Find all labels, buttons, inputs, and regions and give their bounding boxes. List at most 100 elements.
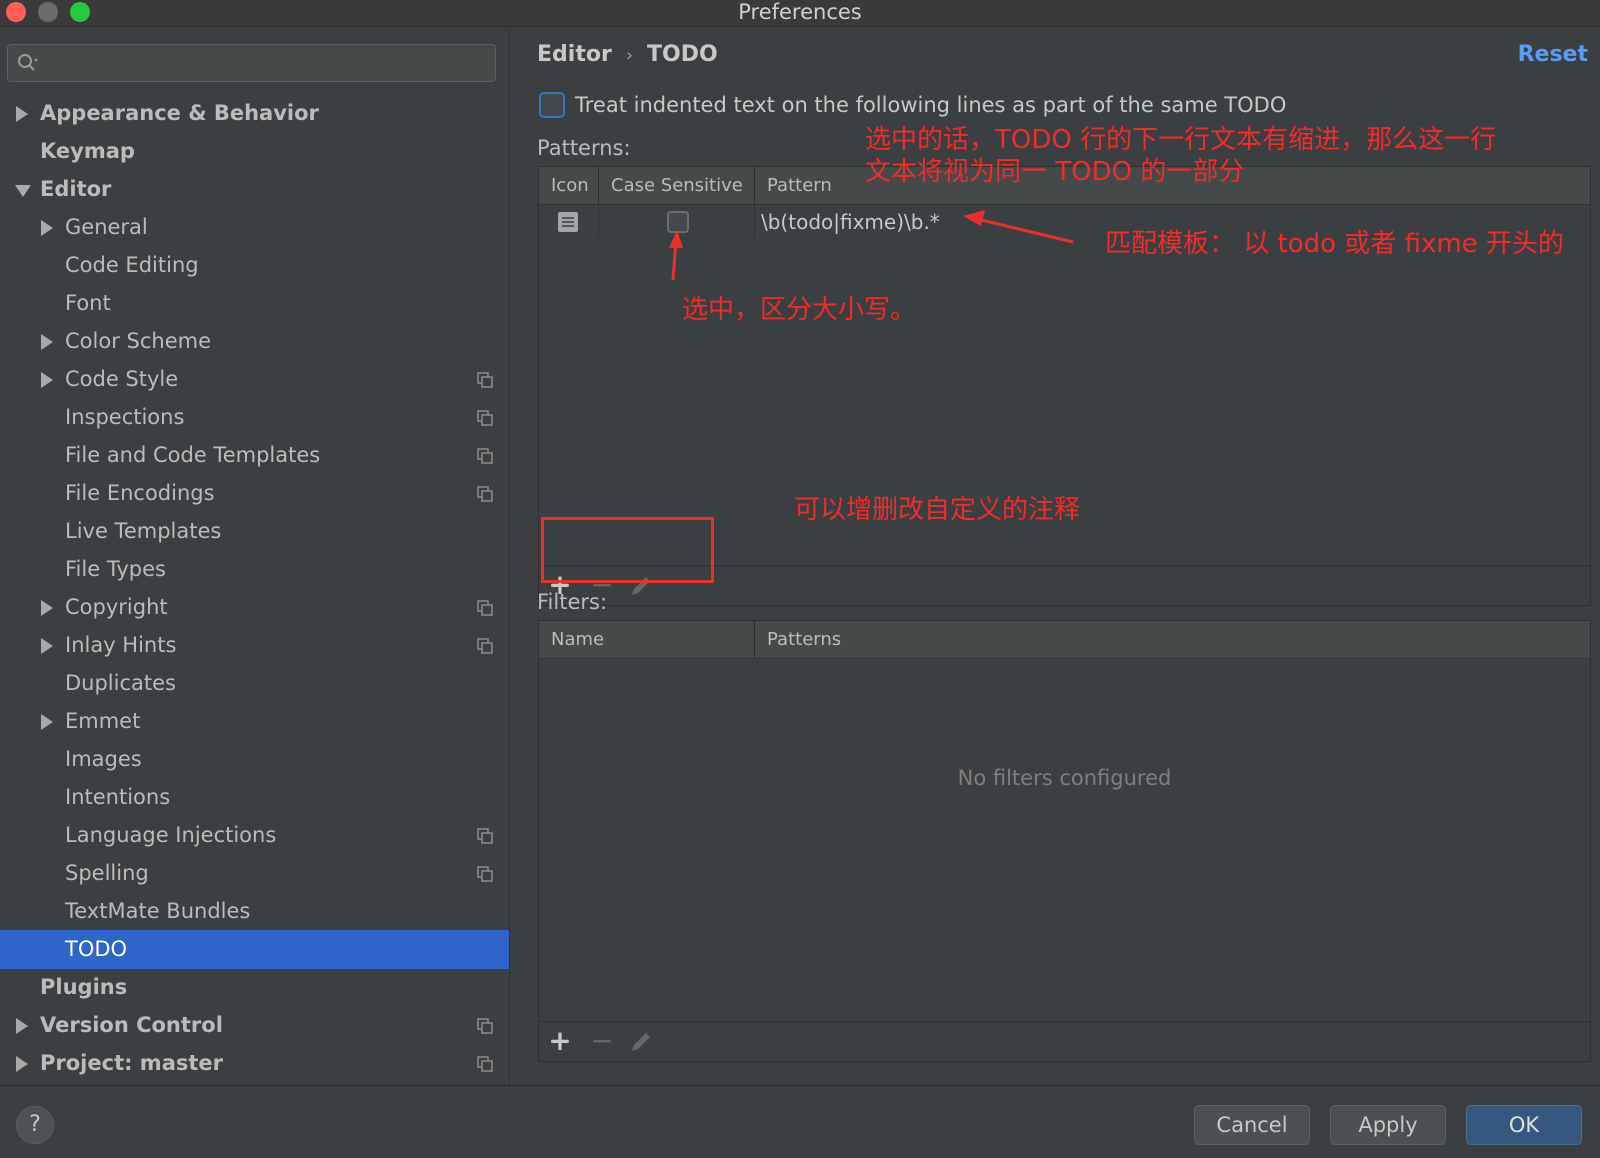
sidebar-item-label: Keymap [40,139,135,163]
sidebar-item-file-types[interactable]: File Types [0,550,509,589]
sidebar-item-code-style[interactable]: Code Style [0,360,509,399]
sidebar-item-live-templates[interactable]: Live Templates [0,512,509,551]
sidebar-item-label: Emmet [65,709,141,733]
title-bar: Preferences [0,0,1600,27]
remove-filter-button[interactable]: − [587,1026,617,1056]
settings-sidebar: Appearance & Behavior Keymap Editor Gene… [0,28,510,1085]
sidebar-item-code-editing[interactable]: Code Editing [0,246,509,285]
annotation-pattern: 匹配模板： 以 todo 或者 fixme 开头的 [1105,229,1564,259]
column-header-case-sensitive[interactable]: Case Sensitive [599,167,755,205]
sidebar-item-keymap[interactable]: Keymap [0,132,509,171]
filters-table: Name Patterns No filters configured + − [538,620,1591,1062]
project-settings-icon [477,638,493,654]
annotation-highlight-box [541,517,714,583]
chevron-right-icon[interactable] [41,714,53,730]
chevron-right-icon[interactable] [41,334,53,350]
sidebar-item-language-injections[interactable]: Language Injections [0,816,509,855]
sidebar-item-label: Plugins [40,975,128,999]
sidebar-item-images[interactable]: Images [0,740,509,779]
sidebar-item-label: Color Scheme [65,329,211,353]
filters-toolbar: + − [539,1021,1590,1061]
sidebar-item-emmet[interactable]: Emmet [0,702,509,741]
help-button[interactable]: ? [16,1106,54,1144]
sidebar-item-inspections[interactable]: Inspections [0,398,509,437]
sidebar-item-intentions[interactable]: Intentions [0,778,509,817]
annotation-indent-line2: 文本将视为同一 TODO 的一部分 [865,157,1245,187]
case-sensitive-checkbox[interactable] [667,211,689,233]
chevron-right-icon[interactable] [41,638,53,654]
sidebar-item-project-master[interactable]: Project: master [0,1044,509,1083]
chevron-right-icon[interactable] [41,600,53,616]
indent-checkbox[interactable] [539,92,565,118]
column-header-name[interactable]: Name [539,621,755,659]
row-icon-cell [539,206,599,238]
breadcrumb: Editor › TODO [537,40,718,70]
project-settings-icon [477,1056,493,1072]
sidebar-item-todo[interactable]: TODO [0,930,509,969]
patterns-label: Patterns: [537,136,631,160]
sidebar-item-label: Spelling [65,861,149,885]
indent-checkbox-label[interactable]: Treat indented text on the following lin… [575,90,1286,120]
column-header-icon[interactable]: Icon [539,167,599,205]
sidebar-item-plugins[interactable]: Plugins [0,968,509,1007]
sidebar-item-appearance-behavior[interactable]: Appearance & Behavior [0,94,509,133]
sidebar-item-color-scheme[interactable]: Color Scheme [0,322,509,361]
sidebar-item-textmate-bundles[interactable]: TextMate Bundles [0,892,509,931]
sidebar-item-copyright[interactable]: Copyright [0,588,509,627]
add-filter-button[interactable]: + [545,1026,575,1056]
filters-empty-text: No filters configured [957,766,1172,790]
sidebar-item-file-and-code-templates[interactable]: File and Code Templates [0,436,509,475]
reset-link[interactable]: Reset [1518,40,1588,70]
sidebar-item-label: Editor [40,177,112,201]
project-settings-icon [477,486,493,502]
sidebar-item-file-encodings[interactable]: File Encodings [0,474,509,513]
chevron-down-icon[interactable] [15,185,31,197]
chevron-right-icon[interactable] [16,1056,28,1072]
project-settings-icon [477,866,493,882]
breadcrumb-parent[interactable]: Editor [537,42,612,67]
column-header-patterns[interactable]: Patterns [755,621,1592,659]
sidebar-item-label: Images [65,747,142,771]
sidebar-item-inlay-hints[interactable]: Inlay Hints [0,626,509,665]
sidebar-item-label: Font [65,291,111,315]
sidebar-item-general[interactable]: General [0,208,509,247]
sidebar-item-label: File and Code Templates [65,443,321,467]
filters-label: Filters: [537,590,608,614]
breadcrumb-separator: › [625,45,634,66]
sidebar-item-font[interactable]: Font [0,284,509,323]
chevron-right-icon[interactable] [41,220,53,236]
ok-button[interactable]: OK [1466,1105,1582,1145]
apply-button[interactable]: Apply [1330,1105,1446,1145]
sidebar-item-label: Inlay Hints [65,633,177,657]
sidebar-item-label: Version Control [40,1013,223,1037]
edit-filter-icon[interactable] [629,1030,653,1054]
project-settings-icon [477,448,493,464]
sidebar-item-label: Live Templates [65,519,222,543]
sidebar-item-label: TODO [65,937,128,961]
sidebar-item-label: Intentions [65,785,171,809]
sidebar-item-label: Language Injections [65,823,277,847]
project-settings-icon [477,828,493,844]
settings-search-input[interactable] [7,44,496,82]
sidebar-item-duplicates[interactable]: Duplicates [0,664,509,703]
sidebar-item-label: Appearance & Behavior [40,101,319,125]
sidebar-item-label: General [65,215,148,239]
dialog-footer: ? Cancel Apply OK [0,1085,1600,1158]
chevron-right-icon[interactable] [16,1018,28,1034]
sidebar-item-label: Copyright [65,595,168,619]
sidebar-item-label: TextMate Bundles [65,899,251,923]
sidebar-item-editor[interactable]: Editor [0,170,509,209]
sidebar-item-label: Inspections [65,405,185,429]
sidebar-item-label: Project: master [40,1051,224,1075]
chevron-right-icon[interactable] [16,106,28,122]
window-title: Preferences [738,0,862,24]
sidebar-item-label: File Types [65,557,166,581]
project-settings-icon [477,372,493,388]
annotation-case-sensitive: 选中，区分大小写。 [682,295,917,325]
sidebar-item-label: Duplicates [65,671,176,695]
sidebar-item-version-control[interactable]: Version Control [0,1006,509,1045]
chevron-right-icon[interactable] [41,372,53,388]
cancel-button[interactable]: Cancel [1194,1105,1310,1145]
sidebar-item-spelling[interactable]: Spelling [0,854,509,893]
document-icon [558,212,578,232]
